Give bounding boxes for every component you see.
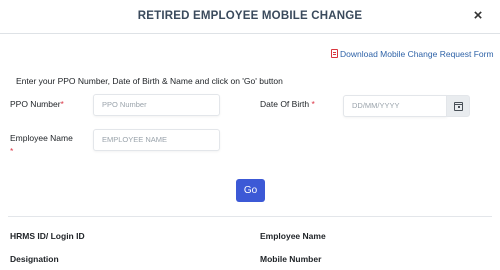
calendar-button[interactable] <box>446 95 470 117</box>
designation-label: Designation <box>10 254 59 264</box>
dob-label-text: Date Of Birth <box>260 99 310 109</box>
pdf-file-icon <box>331 49 338 58</box>
download-form-link[interactable]: Download Mobile Change Request Form <box>331 49 494 59</box>
mobile-change-modal: RETIRED EMPLOYEE MOBILE CHANGE × Downloa… <box>0 0 500 270</box>
employee-name-input[interactable]: EMPLOYEE NAME <box>93 129 220 151</box>
employee-name-required-mark: * <box>10 146 14 156</box>
section-divider <box>8 216 492 217</box>
hrms-id-label: HRMS ID/ Login ID <box>10 231 85 241</box>
dob-required-mark: * <box>311 99 315 109</box>
go-button[interactable]: Go <box>236 179 265 202</box>
ppo-number-input[interactable]: PPO Number <box>93 94 220 116</box>
modal-header: RETIRED EMPLOYEE MOBILE CHANGE × <box>0 0 500 34</box>
download-form-label: Download Mobile Change Request Form <box>340 49 494 59</box>
form-instruction: Enter your PPO Number, Date of Birth & N… <box>16 76 283 86</box>
mobile-number-label: Mobile Number <box>260 254 322 264</box>
ppo-number-label: PPO Number* <box>10 99 64 109</box>
employee-name-label: Employee Name <box>10 133 73 143</box>
modal-title: RETIRED EMPLOYEE MOBILE CHANGE <box>137 10 363 22</box>
dob-label: Date Of Birth * <box>260 99 315 109</box>
employee-name-detail-label: Employee Name <box>260 231 326 241</box>
dob-input[interactable]: DD/MM/YYYY <box>343 95 447 117</box>
ppo-required-mark: * <box>60 99 64 109</box>
ppo-number-label-text: PPO Number <box>10 99 61 109</box>
calendar-icon <box>454 102 463 111</box>
close-icon[interactable]: × <box>471 8 485 24</box>
